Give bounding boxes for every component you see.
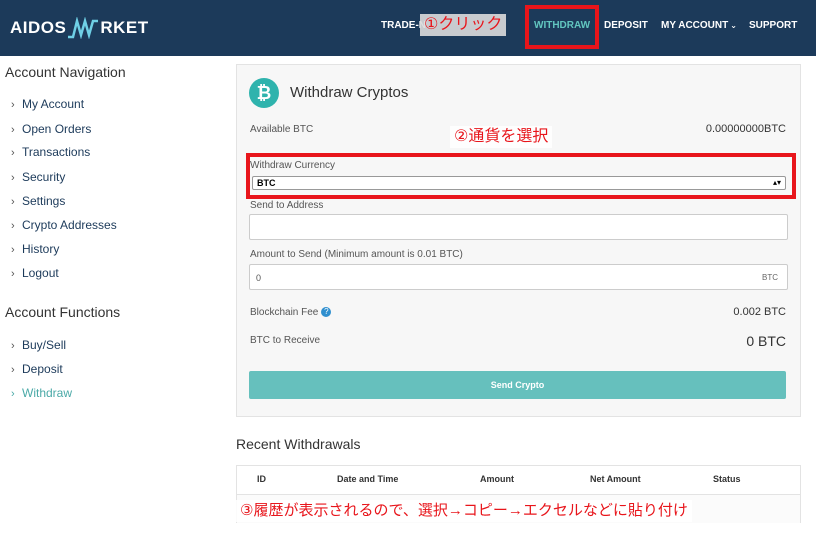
amount-to-send-input[interactable] (249, 264, 788, 290)
send-to-address-input[interactable] (249, 214, 788, 240)
nav-my-account[interactable]: MY ACCOUNT ⌄ (661, 20, 737, 31)
nav-deposit[interactable]: DEPOSIT (604, 20, 648, 31)
column-header-net-amount: Net Amount (590, 474, 641, 484)
available-btc-label: Available BTC (250, 124, 314, 135)
sidebar-item-label: Crypto Addresses (22, 218, 117, 232)
sidebar-item-crypto-addresses[interactable]: › Crypto Addresses (11, 218, 117, 232)
chevron-right-icon: › (11, 124, 15, 136)
sidebar-item-open-orders[interactable]: › Open Orders (11, 122, 91, 136)
chevron-right-icon: › (11, 364, 15, 376)
annotation-step2: ②通貨を選択 (450, 126, 553, 148)
chevron-down-icon: ⌄ (730, 21, 737, 30)
column-header-status: Status (713, 474, 741, 484)
chevron-right-icon: › (11, 172, 15, 184)
btc-to-receive-label: BTC to Receive (250, 335, 321, 346)
blockchain-fee-text: Blockchain Fee (250, 307, 319, 318)
sidebar-item-buy-sell[interactable]: › Buy/Sell (11, 338, 66, 352)
annotation-step3: ③履歴が表示されるので、選択→コピー→エクセルなどに貼り付け (236, 500, 692, 522)
sidebar-item-label: Withdraw (22, 386, 73, 400)
annotation-highlight-currency (246, 153, 796, 199)
aidos-market-logo[interactable]: AIDOS RKET (10, 16, 149, 40)
chevron-right-icon: › (11, 340, 15, 352)
blockchain-fee-value: 0.002 BTC (733, 306, 786, 318)
sidebar-item-label: Transactions (22, 145, 91, 159)
amount-to-send-value: 0 (256, 273, 262, 283)
sidebar-item-history[interactable]: › History (11, 242, 59, 256)
sidebar-item-label: Security (22, 170, 66, 184)
sidebar-item-label: Settings (22, 194, 66, 208)
sidebar-item-label: Open Orders (22, 122, 92, 136)
sidebar-item-transactions[interactable]: › Transactions (11, 145, 90, 159)
sidebar-item-label: Buy/Sell (22, 338, 67, 352)
sidebar-item-my-account[interactable]: › My Account (11, 97, 84, 111)
logo-mark-icon (68, 17, 99, 39)
account-navigation-title: Account Navigation (5, 64, 126, 80)
chevron-right-icon: › (11, 196, 15, 208)
send-crypto-button[interactable]: Send Crypto (249, 371, 786, 399)
withdraw-card (236, 64, 801, 417)
chevron-right-icon: › (11, 147, 15, 159)
chevron-right-icon: › (11, 220, 15, 232)
sidebar-item-logout[interactable]: › Logout (11, 266, 59, 280)
available-btc-value: 0.00000000BTC (705, 123, 786, 135)
sidebar-item-settings[interactable]: › Settings (11, 194, 65, 208)
help-icon[interactable]: ? (321, 307, 332, 318)
sidebar-item-label: My Account (22, 97, 85, 111)
amount-to-send-label: Amount to Send (Minimum amount is 0.01 B… (250, 249, 463, 260)
column-header-id: ID (257, 474, 266, 484)
account-functions-title: Account Functions (5, 304, 121, 320)
withdraw-title: Withdraw Cryptos (290, 84, 409, 101)
sidebar-item-label: History (22, 242, 60, 256)
logo-text-right: RKET (100, 18, 149, 37)
logo-text-left: AIDOS (10, 18, 67, 37)
send-to-address-label: Send to Address (250, 200, 324, 211)
chevron-right-icon: › (11, 99, 15, 111)
btc-to-receive-value: 0 BTC (746, 333, 786, 349)
blockchain-fee-label: Blockchain Fee? (250, 307, 332, 318)
column-header-amount: Amount (480, 474, 514, 484)
sidebar-item-withdraw[interactable]: › Withdraw (11, 386, 72, 400)
chevron-right-icon: › (11, 268, 15, 280)
chevron-right-icon: › (11, 388, 15, 400)
sidebar-item-label: Logout (22, 266, 59, 280)
chevron-right-icon: › (11, 244, 15, 256)
column-header-date-time: Date and Time (337, 474, 399, 484)
recent-withdrawals-title: Recent Withdrawals (236, 436, 361, 452)
sidebar-item-label: Deposit (22, 362, 63, 376)
nav-support[interactable]: SUPPORT (749, 20, 797, 31)
bitcoin-icon: ₿ (249, 78, 279, 108)
nav-my-account-label: MY ACCOUNT (661, 20, 729, 31)
amount-unit: BTC (762, 273, 778, 282)
sidebar-item-security[interactable]: › Security (11, 170, 65, 184)
annotation-highlight-withdraw (525, 5, 599, 49)
sidebar-item-deposit[interactable]: › Deposit (11, 362, 63, 376)
annotation-step1: ①クリック (420, 14, 507, 36)
